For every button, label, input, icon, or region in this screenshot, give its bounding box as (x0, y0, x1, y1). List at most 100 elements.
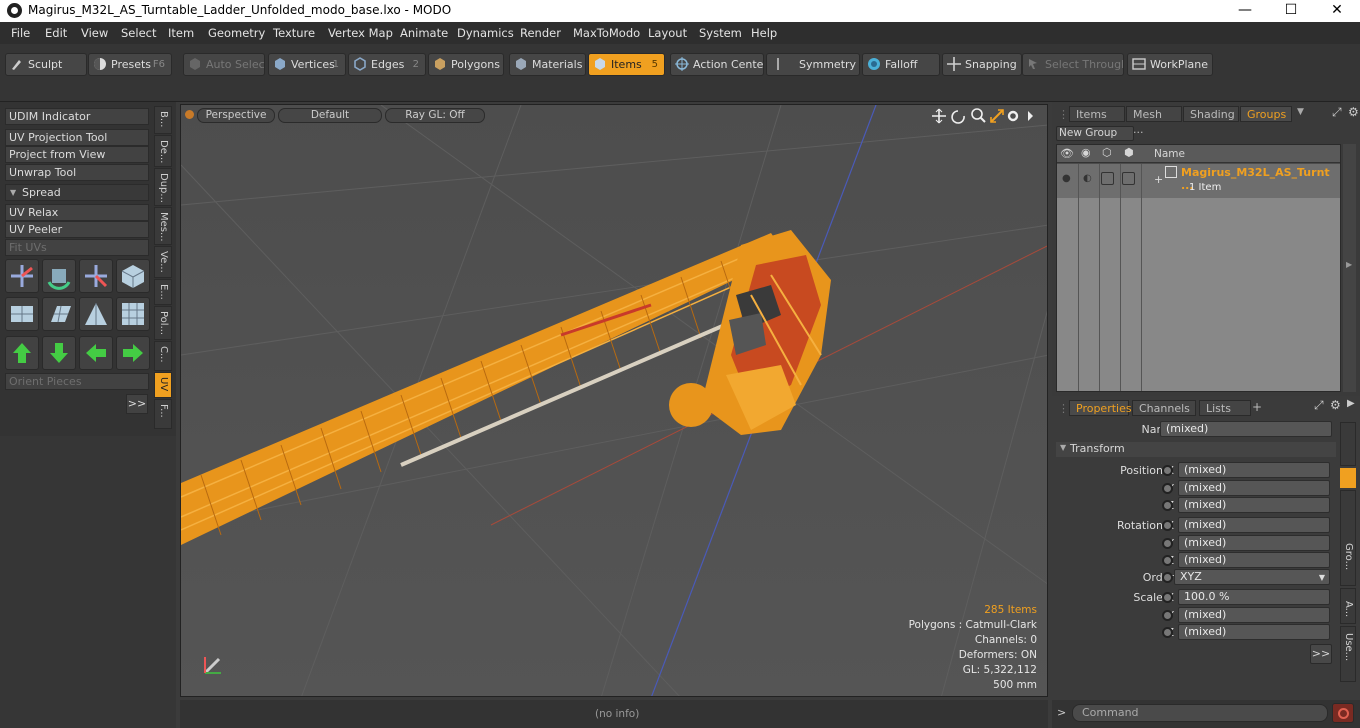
row-select-checkbox[interactable] (1122, 172, 1135, 185)
fit-view-icon[interactable] (990, 109, 1004, 123)
uv-pyramid-icon[interactable] (79, 297, 113, 331)
side-tab-top[interactable] (1340, 422, 1356, 466)
position-x-animate-icon[interactable] (1162, 465, 1173, 476)
maximize-button[interactable]: ☐ (1268, 0, 1314, 22)
menu-animate[interactable]: Animate (400, 26, 448, 40)
arrow-right-icon[interactable] (116, 336, 150, 370)
move-view-icon[interactable] (932, 108, 946, 124)
vtab-uv[interactable]: UV (154, 372, 172, 398)
command-input[interactable]: Command (1072, 704, 1328, 722)
tab-items[interactable]: Items (1069, 106, 1125, 122)
groups-scrollbar[interactable]: ▶ (1343, 144, 1356, 392)
uv-plane-icon[interactable] (42, 297, 76, 331)
project-from-view-button[interactable]: Project from View (5, 146, 149, 163)
uv-rotate-tool-icon[interactable] (42, 259, 76, 293)
expand-button[interactable]: >> (1310, 644, 1332, 664)
expand-button[interactable]: >> (126, 394, 148, 414)
zoom-view-icon[interactable] (971, 108, 986, 123)
menu-help[interactable]: Help (751, 26, 777, 40)
uv-relax-button[interactable]: UV Relax (5, 204, 149, 221)
uv-peeler-button[interactable]: UV Peeler (5, 221, 149, 238)
presets-button[interactable]: Presets F6 (88, 53, 172, 76)
udim-indicator-button[interactable]: UDIM Indicator (5, 108, 149, 125)
scale-z-field[interactable]: (mixed) (1178, 624, 1330, 640)
maximize-panel-icon[interactable]: ⤢ (1332, 105, 1342, 120)
fit-uvs-button[interactable]: Fit UVs (5, 239, 149, 256)
panel-options-gear-icon[interactable]: ⚙ (1330, 398, 1341, 412)
side-tab-a[interactable]: A... (1340, 588, 1356, 624)
expand-arrow-icon[interactable] (1028, 111, 1033, 121)
tab-lists[interactable]: Lists (1199, 400, 1251, 416)
orient-pieces-button[interactable]: Orient Pieces (5, 373, 149, 390)
scale-y-field[interactable]: (mixed) (1178, 607, 1330, 623)
workplane-button[interactable]: WorkPlane (1127, 53, 1213, 76)
tab-mesh[interactable]: Mesh ... (1126, 106, 1182, 136)
expand-plus-icon[interactable]: + (1154, 173, 1163, 186)
perspective-dropdown[interactable]: Perspective (197, 108, 275, 123)
vtab-basic[interactable]: B... (154, 106, 172, 134)
shading-default-dropdown[interactable]: Default (278, 108, 382, 123)
new-group-button[interactable]: New Group (1056, 126, 1134, 141)
close-button[interactable]: ✕ (1314, 0, 1360, 22)
menu-texture[interactable]: Texture (273, 26, 315, 40)
add-tab-button[interactable]: + (1252, 400, 1262, 414)
arrow-left-icon[interactable] (79, 336, 113, 370)
menu-item[interactable]: Item (168, 26, 194, 40)
polygons-button[interactable]: Polygons (428, 53, 504, 76)
position-y-field[interactable]: (mixed) (1178, 480, 1330, 496)
unwrap-tool-button[interactable]: Unwrap Tool (5, 164, 149, 181)
menu-view[interactable]: View (81, 26, 108, 40)
side-tab-groups[interactable]: Gro... (1340, 490, 1356, 586)
arrow-up-icon[interactable] (5, 336, 39, 370)
vtab-edge[interactable]: E... (154, 279, 172, 305)
uv-move-tool-icon[interactable] (5, 259, 39, 293)
rotation-y-field[interactable]: (mixed) (1178, 535, 1330, 551)
menu-select[interactable]: Select (121, 26, 156, 40)
sculpt-button[interactable]: Sculpt (5, 53, 87, 76)
gear-icon[interactable] (1007, 110, 1019, 122)
rotation-z-animate-icon[interactable] (1162, 555, 1173, 566)
name-field[interactable]: (mixed) (1160, 421, 1332, 437)
uv-projection-tool-button[interactable]: UV Projection Tool (5, 129, 149, 146)
tab-channels[interactable]: Channels (1132, 400, 1196, 416)
vtab-vertex[interactable]: Ve... (154, 246, 172, 278)
maximize-panel-icon[interactable]: ⤢ (1314, 398, 1324, 413)
side-tab-user[interactable]: Use... (1340, 626, 1356, 682)
vtab-polygon[interactable]: Pol... (154, 306, 172, 340)
menu-system[interactable]: System (699, 26, 742, 40)
rotation-z-field[interactable]: (mixed) (1178, 552, 1330, 568)
position-z-animate-icon[interactable] (1162, 500, 1173, 511)
tab-properties[interactable]: Properties (1069, 400, 1132, 416)
rotate-view-icon[interactable] (951, 110, 965, 124)
rotation-x-field[interactable]: (mixed) (1178, 517, 1330, 533)
collapse-arrow-icon[interactable]: ▶ (1347, 398, 1355, 409)
uv-box-tool-icon[interactable] (116, 259, 150, 293)
3d-viewport[interactable]: Perspective Default Ray GL: Off 285 Item… (180, 104, 1048, 697)
menu-file[interactable]: File (11, 26, 30, 40)
viewport-options-icon[interactable] (185, 110, 194, 119)
menu-geometry[interactable]: Geometry (208, 26, 265, 40)
uv-cylinder-icon[interactable] (5, 297, 39, 331)
position-y-animate-icon[interactable] (1162, 483, 1173, 494)
row-eye-icon[interactable]: ● (1062, 173, 1071, 184)
order-dropdown[interactable]: XYZ ▼ (1174, 569, 1330, 585)
items-button[interactable]: Items 5 (588, 53, 665, 76)
select-through-button[interactable]: Select Through (1022, 53, 1124, 76)
edges-button[interactable]: Edges 2 (348, 53, 426, 76)
menu-layout[interactable]: Layout (648, 26, 687, 40)
menu-vertex-map[interactable]: Vertex Map (328, 26, 393, 40)
position-x-field[interactable]: (mixed) (1178, 462, 1330, 478)
rotation-y-animate-icon[interactable] (1162, 538, 1173, 549)
vertices-button[interactable]: Vertices 1 (268, 53, 346, 76)
row-render-icon[interactable]: ◐ (1083, 173, 1092, 184)
auto-select-button[interactable]: Auto Select (183, 53, 265, 76)
vtab-curves[interactable]: C... (154, 341, 172, 371)
transform-section-header[interactable]: ▼ Transform (1056, 442, 1336, 457)
action-center-button[interactable]: Action Center (670, 53, 764, 76)
order-animate-icon[interactable] (1162, 572, 1173, 583)
side-tab-active[interactable] (1340, 468, 1356, 488)
scale-z-animate-icon[interactable] (1162, 627, 1173, 638)
tab-menu-icon[interactable]: ▼ (1297, 107, 1304, 117)
scale-x-animate-icon[interactable] (1162, 592, 1173, 603)
scale-x-field[interactable]: 100.0 % (1178, 589, 1330, 605)
